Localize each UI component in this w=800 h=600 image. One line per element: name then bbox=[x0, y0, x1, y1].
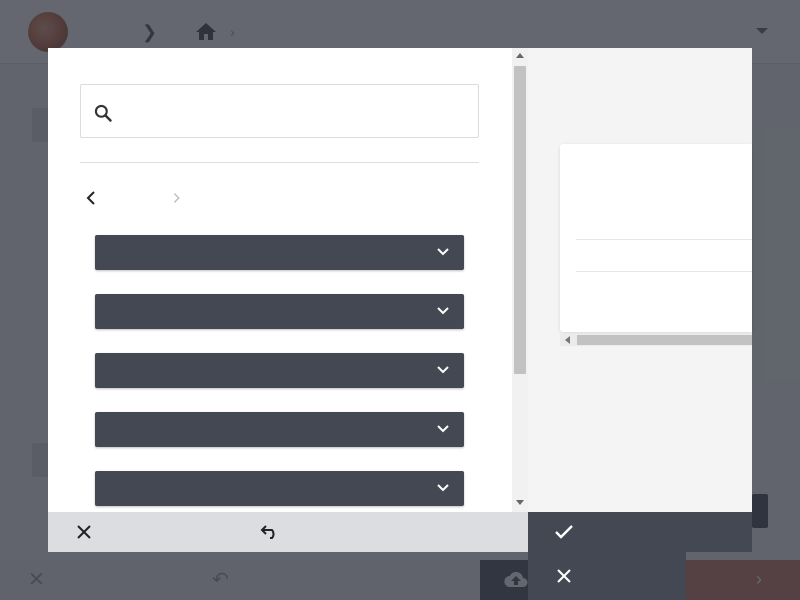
chevron-down-icon bbox=[437, 425, 449, 433]
chevron-down-icon bbox=[437, 366, 449, 374]
close-button[interactable] bbox=[64, 512, 104, 552]
close-icon bbox=[557, 569, 571, 583]
preview-panel bbox=[528, 48, 752, 512]
undo-button[interactable] bbox=[250, 512, 290, 552]
chevron-down-icon bbox=[437, 484, 449, 492]
filter-dialog bbox=[48, 48, 752, 552]
undo-icon bbox=[260, 525, 275, 539]
cancel-bar bbox=[528, 552, 686, 600]
chevron-down-icon bbox=[437, 248, 449, 256]
filter-select[interactable] bbox=[95, 235, 464, 270]
close-icon bbox=[77, 525, 91, 539]
confirm-bar bbox=[528, 512, 752, 552]
horizontal-scrollbar[interactable] bbox=[560, 334, 752, 346]
scroll-left-arrow-icon[interactable] bbox=[565, 336, 570, 344]
filter-panel bbox=[48, 48, 512, 512]
card-divider bbox=[576, 271, 752, 272]
filter-select[interactable] bbox=[95, 294, 464, 329]
vertical-scrollbar[interactable] bbox=[512, 48, 528, 512]
chevron-right-icon bbox=[173, 193, 180, 203]
cancel-button[interactable] bbox=[544, 556, 584, 596]
card-divider bbox=[576, 239, 752, 240]
chevron-left-icon[interactable] bbox=[84, 190, 100, 206]
scroll-down-arrow-icon[interactable] bbox=[516, 500, 524, 505]
check-icon bbox=[555, 525, 573, 539]
filter-select[interactable] bbox=[95, 353, 464, 388]
search-icon bbox=[94, 104, 112, 122]
filter-select[interactable] bbox=[95, 412, 464, 447]
scrollbar-thumb[interactable] bbox=[514, 66, 526, 374]
scrollbar-thumb[interactable] bbox=[577, 335, 752, 345]
preview-card bbox=[560, 144, 752, 332]
search-input[interactable] bbox=[125, 93, 465, 129]
filter-select[interactable] bbox=[95, 471, 464, 506]
confirm-button[interactable] bbox=[544, 512, 584, 552]
chevron-down-icon bbox=[437, 307, 449, 315]
dialog-footer bbox=[48, 512, 528, 552]
divider bbox=[80, 162, 479, 163]
search-box[interactable] bbox=[80, 84, 479, 138]
scroll-up-arrow-icon[interactable] bbox=[516, 53, 524, 58]
